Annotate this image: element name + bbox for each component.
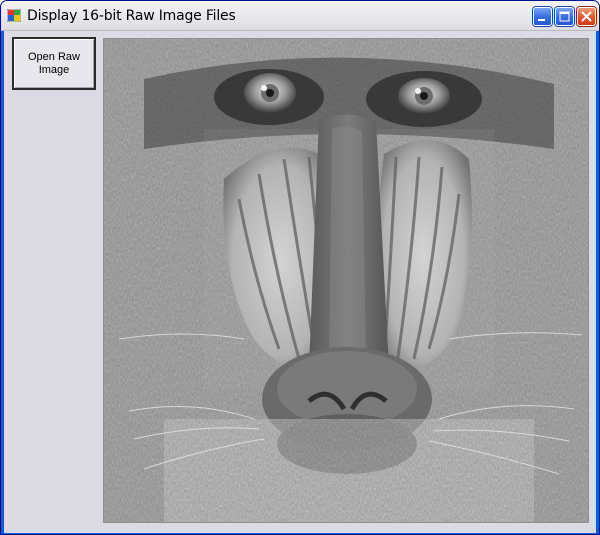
title-bar[interactable]: Display 16-bit Raw Image Files — [1, 1, 599, 31]
close-button[interactable] — [577, 7, 596, 26]
close-icon — [581, 11, 592, 22]
grayscale-raw-image — [104, 39, 588, 522]
minimize-button[interactable] — [533, 7, 552, 26]
maximize-button[interactable] — [555, 7, 574, 26]
windows-app-icon — [7, 9, 21, 22]
image-picture-box — [103, 38, 589, 523]
window-title: Display 16-bit Raw Image Files — [27, 8, 236, 24]
app-window: Display 16-bit Raw Image Files Open Raw … — [0, 0, 600, 535]
open-raw-image-label: Open Raw Image — [28, 50, 80, 76]
maximize-icon — [559, 11, 570, 22]
minimize-icon — [538, 19, 545, 21]
client-area: Open Raw Image — [4, 31, 596, 533]
open-raw-image-button[interactable]: Open Raw Image — [12, 37, 96, 90]
